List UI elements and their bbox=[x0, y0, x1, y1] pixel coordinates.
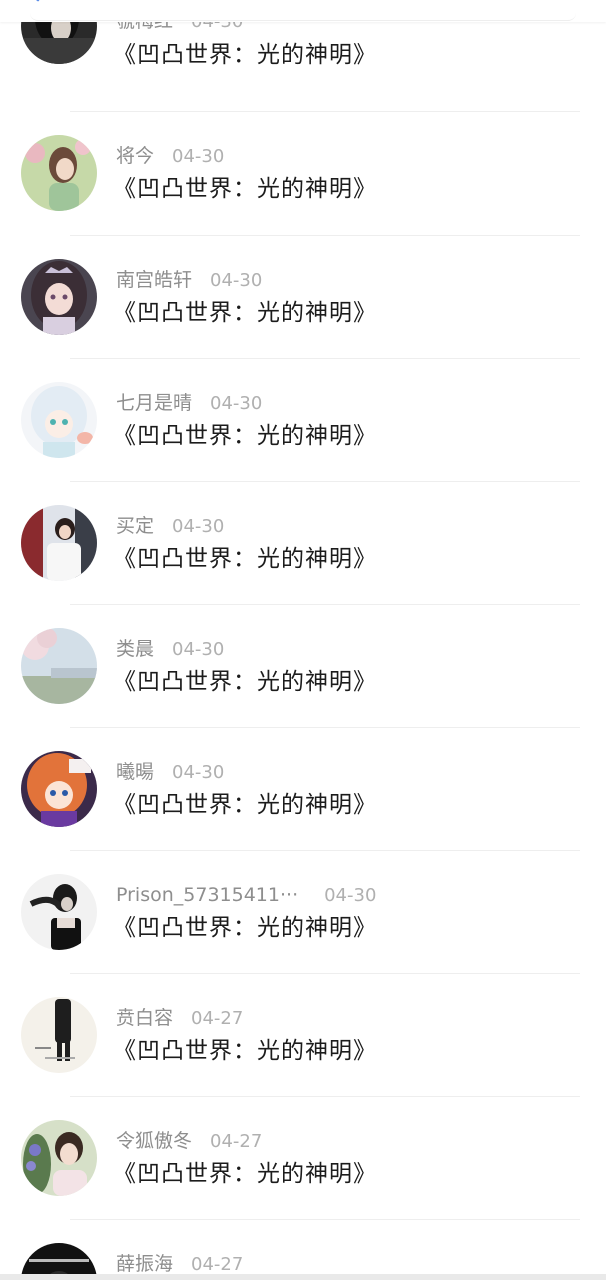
book-title: 《凹凸世界：光的神明》 bbox=[113, 669, 377, 695]
list-item[interactable]: 类晨 04-30 《凹凸世界：光的神明》 bbox=[0, 604, 606, 727]
user-name: 将今 bbox=[116, 145, 155, 167]
date: 04-30 bbox=[172, 762, 225, 783]
list-item[interactable]: 七月是晴 04-30 《凹凸世界：光的神明》 bbox=[0, 358, 606, 481]
book-title: 《凹凸世界：光的神明》 bbox=[113, 300, 377, 326]
item-meta: 将今 04-30 bbox=[116, 143, 224, 169]
book-title: 《凹凸世界：光的神明》 bbox=[113, 42, 377, 68]
date: 04-27 bbox=[191, 1254, 244, 1275]
list-item[interactable]: 将今 04-30 《凹凸世界：光的神明》 bbox=[0, 111, 606, 234]
avatar[interactable] bbox=[21, 259, 97, 335]
item-meta: 七月是晴 04-30 bbox=[116, 390, 262, 416]
list-item[interactable]: 贲白容 04-27 《凹凸世界：光的神明》 bbox=[0, 973, 606, 1096]
avatar[interactable] bbox=[21, 1120, 97, 1196]
item-meta: 买定 04-30 bbox=[116, 513, 224, 539]
item-meta: 南宫皓轩 04-30 bbox=[116, 267, 262, 293]
avatar[interactable] bbox=[21, 874, 97, 950]
user-name: 南宫皓轩 bbox=[116, 269, 193, 291]
book-title: 《凹凸世界：光的神明》 bbox=[113, 1161, 377, 1187]
list-item[interactable]: 曦暘 04-30 《凹凸世界：光的神明》 bbox=[0, 727, 606, 850]
avatar[interactable] bbox=[21, 628, 97, 704]
avatar[interactable] bbox=[21, 135, 97, 211]
book-title: 《凹凸世界：光的神明》 bbox=[113, 546, 377, 572]
item-meta: 贲白容 04-27 bbox=[116, 1005, 243, 1031]
book-title: 《凹凸世界：光的神明》 bbox=[113, 176, 377, 202]
list-item[interactable]: 令狐傲冬 04-27 《凹凸世界：光的神明》 bbox=[0, 1096, 606, 1219]
reader-list: 虢梅红04-30 《凹凸世界：光的神明》 将今04-30 《凹凸世界：光的神明》… bbox=[0, 0, 606, 1280]
list-item[interactable]: 南宫皓轩 04-30 《凹凸世界：光的神明》 bbox=[0, 235, 606, 358]
user-name: 买定 bbox=[116, 515, 155, 537]
item-meta: 令狐傲冬 04-27 bbox=[116, 1128, 262, 1154]
date: 04-27 bbox=[210, 1131, 263, 1152]
item-meta: 类晨 04-30 bbox=[116, 636, 224, 662]
list-item[interactable]: 买定 04-30 《凹凸世界：光的神明》 bbox=[0, 481, 606, 604]
avatar[interactable] bbox=[21, 997, 97, 1073]
chevron-back-icon[interactable] bbox=[28, 0, 42, 2]
user-name: 七月是晴 bbox=[116, 392, 193, 414]
user-name: 令狐傲冬 bbox=[116, 1130, 193, 1152]
date: 04-30 bbox=[172, 516, 225, 537]
item-meta: 曦暘 04-30 bbox=[116, 759, 224, 785]
top-bar-edge bbox=[30, 0, 576, 21]
list-item[interactable]: 薛振海 04-27 bbox=[0, 1219, 606, 1280]
date: 04-27 bbox=[191, 1008, 244, 1029]
user-name: 曦暘 bbox=[116, 761, 155, 783]
date: 04-30 bbox=[210, 270, 263, 291]
bottom-bar bbox=[0, 1274, 606, 1280]
book-title: 《凹凸世界：光的神明》 bbox=[113, 1038, 377, 1064]
book-title: 《凹凸世界：光的神明》 bbox=[113, 423, 377, 449]
user-name: 贲白容 bbox=[116, 1007, 174, 1029]
user-name: 类晨 bbox=[116, 638, 155, 660]
avatar[interactable] bbox=[21, 382, 97, 458]
user-name: Prison_57315411··· bbox=[116, 884, 299, 906]
item-meta: Prison_57315411··· 04-30 bbox=[116, 882, 376, 908]
book-title: 《凹凸世界：光的神明》 bbox=[113, 915, 377, 941]
top-bar bbox=[0, 0, 606, 22]
date: 04-30 bbox=[172, 639, 225, 660]
avatar[interactable] bbox=[21, 751, 97, 827]
date: 04-30 bbox=[172, 146, 225, 167]
date: 04-30 bbox=[324, 885, 377, 906]
date: 04-30 bbox=[210, 393, 263, 414]
list-item[interactable]: Prison_57315411··· 04-30 《凹凸世界：光的神明》 bbox=[0, 850, 606, 973]
avatar[interactable] bbox=[21, 505, 97, 581]
book-title: 《凹凸世界：光的神明》 bbox=[113, 792, 377, 818]
user-name: 薛振海 bbox=[116, 1253, 174, 1275]
